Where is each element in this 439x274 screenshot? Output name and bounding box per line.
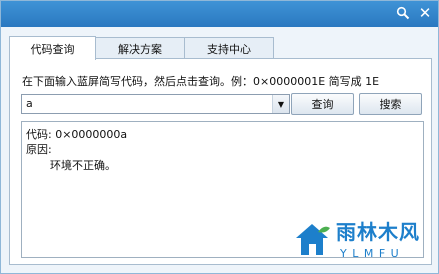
site-watermark: 雨林木风 Y L M F U — [292, 212, 436, 272]
house-logo-icon — [296, 224, 330, 255]
title-search-button[interactable] — [393, 4, 413, 22]
close-button[interactable]: ✕ — [415, 4, 435, 22]
tab-label: 解决方案 — [118, 42, 162, 56]
tab-code-query[interactable]: 代码查询 — [9, 36, 96, 60]
instruction-text: 在下面输入蓝屏简写代码，然后点击查询。例：0×0000001E 简写成 1E — [22, 75, 380, 88]
code-input-combobox[interactable]: a ▼ — [21, 94, 290, 114]
search-button[interactable]: 搜索 — [359, 93, 422, 115]
tab-label: 代码查询 — [30, 42, 75, 56]
close-icon: ✕ — [418, 4, 432, 22]
result-reason-label: 原因: — [26, 143, 52, 156]
title-bar: ✕ — [1, 1, 438, 27]
dropdown-arrow-icon[interactable]: ▼ — [272, 95, 289, 113]
magnifier-icon — [396, 6, 410, 20]
result-code-line: 代码: 0×0000000a — [26, 128, 128, 141]
search-button-label: 搜索 — [379, 98, 402, 111]
watermark-subtext: Y L M F U — [340, 247, 400, 260]
result-reason-text: 环境不正确。 — [50, 159, 116, 172]
watermark-text: 雨林木风 — [336, 220, 420, 244]
tab-label: 支持中心 — [207, 42, 251, 56]
tab-solutions[interactable]: 解决方案 — [95, 37, 185, 59]
code-input-value[interactable]: a — [26, 97, 33, 110]
query-button-label: 查询 — [311, 98, 334, 111]
query-button[interactable]: 查询 — [291, 93, 354, 115]
tab-support-center[interactable]: 支持中心 — [184, 37, 274, 59]
